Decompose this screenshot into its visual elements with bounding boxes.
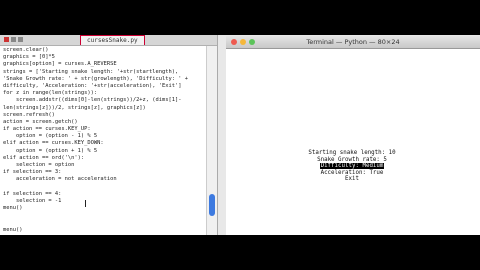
code-line: option = (option + 1) % 5 (3, 147, 98, 154)
code-line: graphics = [0]*5 (3, 54, 55, 61)
terminal-body[interactable]: Starting snake length: 10 Snake Growth ra… (226, 49, 480, 235)
code-line: 'Snake Growth rate: ' + str(growlength),… (3, 75, 188, 82)
text-cursor (85, 200, 86, 207)
terminal-titlebar[interactable]: Terminal — Python — 80×24 (226, 36, 480, 49)
red-icon[interactable] (4, 37, 9, 42)
code-line: screen.clear() (3, 47, 49, 53)
code-line: option = (option - 1) % 5 (3, 133, 98, 140)
scrollbar-thumb[interactable] (209, 194, 215, 216)
snake-menu: Starting snake length: 10 Snake Growth ra… (302, 150, 402, 183)
menu-option-label: Difficulty: Medium (319, 163, 385, 170)
file-tab[interactable]: cursesSnake.py (80, 35, 145, 45)
code-line: if selection == 4: (3, 190, 62, 197)
code-line: difficulty, 'Acceleration: '+str(acceler… (3, 82, 182, 89)
code-line: menu() (3, 205, 23, 212)
menu-option: Starting snake length: 10 (302, 150, 402, 157)
terminal-window: Terminal — Python — 80×24 Starting snake… (226, 36, 480, 235)
editor-scrollbar[interactable] (206, 46, 217, 235)
code-line: if action == curses.KEY_UP: (3, 126, 91, 133)
code-line: if selection == 3: (3, 169, 62, 176)
editor-tab-bar: cursesSnake.py (0, 35, 217, 46)
menu-option: Difficulty: Medium (302, 163, 402, 170)
code-line: selection = -1 (3, 197, 62, 204)
code-line: len(strings[z]))/2, strings[z], graphics… (3, 104, 146, 111)
code-line: action = screen.getch() (3, 118, 78, 125)
code-line: screen.addstr((dims[0]-len(strings))/2+z… (3, 97, 182, 104)
code-line: elif action == ord('\n'): (3, 154, 85, 161)
editor-toolbar-icons (4, 36, 25, 44)
menu-option-label: Starting snake length: 10 (308, 150, 396, 156)
code-area[interactable]: screen.clear() graphics = [0]*5 graphics[o… (0, 47, 206, 234)
gray-icon[interactable] (18, 37, 23, 42)
desktop-area: cursesSnake.py screen.clear() graphics = … (0, 35, 480, 235)
code-line: strings = ['Starting snake length: '+str… (3, 68, 179, 75)
menu-option: Snake Growth rate: 5 (302, 157, 402, 164)
menu-option-label: Acceleration: True (320, 169, 384, 176)
code-editor-window: cursesSnake.py screen.clear() graphics = … (0, 35, 218, 235)
terminal-title: Terminal — Python — 80×24 (306, 38, 400, 46)
menu-option: Acceleration: True (302, 170, 402, 177)
code-line: elif action == curses.KEY_DOWN: (3, 140, 104, 147)
menu-option-label: Exit (345, 176, 359, 183)
code-line: for z in range(len(strings)): (3, 90, 98, 97)
code-line: menu() (3, 226, 23, 233)
menu-option-label: Snake Growth rate: 5 (317, 156, 387, 163)
menu-option: Exit (302, 176, 402, 183)
gray-icon[interactable] (11, 37, 16, 42)
code-line: selection = option (3, 162, 75, 168)
code-line: screen.refresh() (3, 111, 55, 118)
code-line: acceleration = not acceleration (3, 176, 117, 183)
code-line: graphics[option] = curses.A_REVERSE (3, 61, 117, 68)
